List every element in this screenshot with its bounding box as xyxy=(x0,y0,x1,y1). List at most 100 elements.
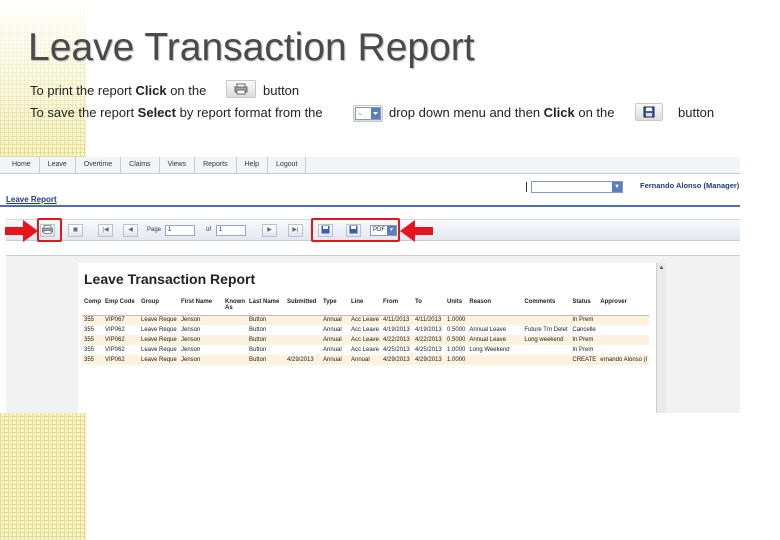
slide-title: Leave Transaction Report xyxy=(28,26,475,69)
instruction-print: To print the report Click on the xyxy=(30,83,207,98)
table-cell: Acc Leave xyxy=(349,335,382,345)
table-cell: 0.5000 xyxy=(445,335,468,345)
table-cell: Annual xyxy=(321,335,349,345)
nav-tab-overtime[interactable]: Overtime xyxy=(76,157,122,174)
table-cell xyxy=(223,345,247,355)
table-cell: Leave Reque xyxy=(139,325,179,335)
table-cell: 4/29/2013 xyxy=(413,355,446,365)
arrow-right-icon xyxy=(5,220,38,242)
table-cell: 4/19/2013 xyxy=(413,325,446,335)
table-cell: Acc Leave xyxy=(349,315,382,325)
table-cell: Annual Leave xyxy=(467,325,523,335)
last-page-button[interactable]: ▶| xyxy=(288,224,303,237)
table-cell: Button xyxy=(247,315,285,325)
nav-tab-help[interactable]: Help xyxy=(237,157,269,174)
table-row: 355 VIP062 Leave Reque Jenson Button Annual Ac… xyxy=(82,345,650,355)
report-scrollbar[interactable]: ▲ xyxy=(656,263,666,413)
table-cell: Button xyxy=(247,355,285,365)
column-header: Reason xyxy=(467,298,523,316)
arrow-left-icon xyxy=(400,220,433,242)
report-page: Leave Transaction Report Comp Emp Code G… xyxy=(78,263,656,413)
table-cell: Jenson xyxy=(179,315,223,325)
find-button[interactable]: ▣ xyxy=(68,224,83,237)
page-input[interactable]: 1 xyxy=(165,225,195,236)
table-cell: 1.0000 xyxy=(445,345,468,355)
table-cell: 0.5000 xyxy=(445,325,468,335)
user-bar-divider xyxy=(526,182,527,192)
table-cell: Acc Leave xyxy=(349,325,382,335)
nav-tab-reports[interactable]: Reports xyxy=(195,157,237,174)
table-cell: Leave Reque xyxy=(139,315,179,325)
section-title: Leave Report xyxy=(6,195,57,204)
column-header: Type xyxy=(321,298,349,316)
table-cell: Acc Leave xyxy=(349,345,382,355)
previous-page-button[interactable]: ◀ xyxy=(123,224,138,237)
table-cell: 1.0000 xyxy=(445,355,468,365)
main-nav: Home Leave Overtime Claims Views Reports… xyxy=(0,157,740,174)
table-cell xyxy=(285,325,321,335)
table-cell xyxy=(598,325,650,335)
table-cell: VIP062 xyxy=(103,335,139,345)
nav-tab-leave[interactable]: Leave xyxy=(40,157,76,174)
nav-tab-views[interactable]: Views xyxy=(160,157,196,174)
table-cell: Annual xyxy=(321,355,349,365)
table-cell: 4/25/2013 xyxy=(413,345,446,355)
table-cell: 4/29/2013 xyxy=(381,355,414,365)
table-cell xyxy=(223,355,247,365)
table-cell: Cancelle xyxy=(570,325,599,335)
table-cell: 4/22/2013 xyxy=(413,335,446,345)
column-header: Units xyxy=(445,298,468,316)
table-cell: Annual xyxy=(349,355,382,365)
next-page-button[interactable]: ▶ xyxy=(262,224,277,237)
format-dropdown-icon: ~ xyxy=(353,105,383,122)
table-cell: 4/19/2013 xyxy=(381,325,414,335)
table-cell: Leave Reque xyxy=(139,345,179,355)
table-cell: 355 xyxy=(82,325,103,335)
table-cell xyxy=(223,335,247,345)
svg-text:~: ~ xyxy=(358,112,362,118)
table-cell xyxy=(522,355,571,365)
report-table: Comp Emp Code Group First Name Known As … xyxy=(82,298,650,365)
table-cell: Button xyxy=(247,335,285,345)
print-button-icon xyxy=(226,80,256,98)
table-cell: VIP067 xyxy=(103,315,139,325)
table-cell: Annual xyxy=(321,345,349,355)
table-cell xyxy=(598,335,650,345)
table-cell: 4/11/2013 xyxy=(381,315,414,325)
table-cell: Annual xyxy=(321,315,349,325)
table-cell xyxy=(467,355,523,365)
of-label: of xyxy=(206,227,212,233)
table-cell: 355 xyxy=(82,345,103,355)
section-divider xyxy=(0,205,740,207)
column-header: From xyxy=(381,298,414,316)
decorative-strip-fade xyxy=(0,0,86,160)
table-cell xyxy=(598,345,650,355)
table-row: 355 VIP067 Leave Reque Jenson Button Annual Ac… xyxy=(82,315,650,325)
scroll-up-icon[interactable]: ▲ xyxy=(658,265,665,273)
column-header: To xyxy=(413,298,446,316)
instruction-print-end: button xyxy=(263,83,300,98)
column-header: Emp Code xyxy=(103,298,139,316)
app-screenshot: Home Leave Overtime Claims Views Reports… xyxy=(0,157,740,413)
first-page-button[interactable]: |◀ xyxy=(98,224,113,237)
table-cell xyxy=(467,315,523,325)
role-select[interactable]: ▼ xyxy=(531,181,623,193)
column-header: First Name xyxy=(179,298,223,316)
table-cell: Long Weekend xyxy=(467,345,523,355)
column-header: Status xyxy=(570,298,599,316)
table-cell: VIP062 xyxy=(103,325,139,335)
user-name: Fernando Alonso (Manager) xyxy=(640,181,740,190)
table-cell: 355 xyxy=(82,315,103,325)
nav-tab-logout[interactable]: Logout xyxy=(268,157,307,174)
table-cell xyxy=(223,315,247,325)
column-header: Line xyxy=(349,298,382,316)
table-row: 355 VIP062 Leave Reque Jenson Button 4/29/201… xyxy=(82,355,650,365)
page-label: Page xyxy=(147,227,162,233)
nav-tab-home[interactable]: Home xyxy=(0,157,40,174)
column-header: Group xyxy=(139,298,179,316)
column-header: Last Name xyxy=(247,298,285,316)
table-cell: Long weekend xyxy=(522,335,571,345)
table-cell: 1.0000 xyxy=(445,315,468,325)
table-cell xyxy=(522,345,571,355)
nav-tab-claims[interactable]: Claims xyxy=(121,157,160,174)
